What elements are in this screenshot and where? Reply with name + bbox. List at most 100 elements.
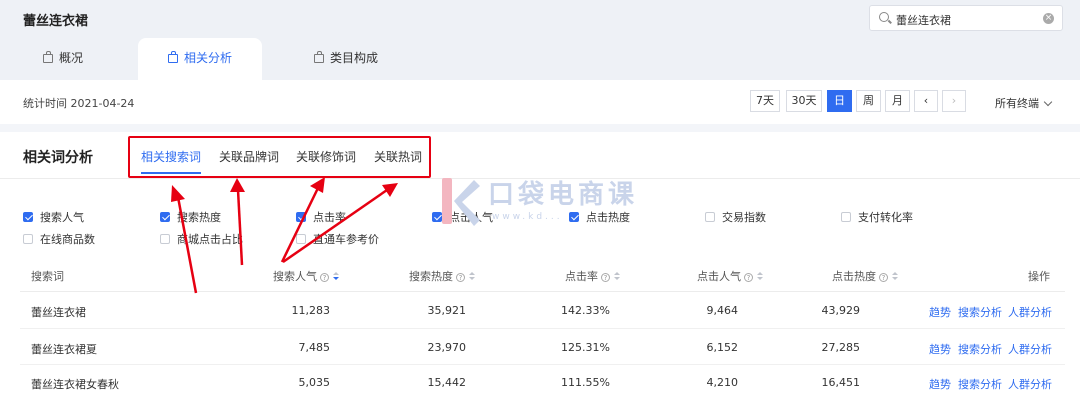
metric-checkbox[interactable]: 点击人气: [432, 209, 493, 225]
metric-label: 点击热度: [586, 211, 630, 224]
cell-search-heat: 23,970: [427, 341, 467, 354]
cell-click-pop: 4,210: [706, 376, 739, 389]
help-icon[interactable]: ?: [320, 273, 329, 282]
metric-label: 直通车参考价: [313, 233, 379, 246]
checkbox-icon: [23, 212, 33, 222]
crowd-analysis-link[interactable]: 人群分析: [1008, 341, 1052, 357]
metric-checkbox[interactable]: 点击率: [296, 209, 346, 225]
bag-icon: [168, 51, 178, 63]
cell-click-heat: 27,285: [821, 341, 861, 354]
cell-search-pop: 7,485: [298, 341, 331, 354]
range-week-button[interactable]: 周: [856, 90, 881, 112]
checkbox-icon: [23, 234, 33, 244]
clear-icon[interactable]: ×: [1043, 13, 1054, 24]
chevron-down-icon: [1043, 97, 1053, 107]
help-icon[interactable]: ?: [879, 273, 888, 282]
col-header-ctr[interactable]: 点击率?: [565, 268, 620, 284]
metric-checkbox[interactable]: 商城点击占比: [160, 231, 243, 247]
divider: [20, 364, 1065, 365]
checkbox-icon: [296, 234, 306, 244]
checkbox-icon: [569, 212, 579, 222]
annotation-box: [128, 136, 431, 178]
divider: [20, 291, 1065, 292]
tab-related-analysis-label: 相关分析: [184, 51, 233, 65]
checkbox-icon: [296, 212, 306, 222]
tab-overview[interactable]: 概况: [43, 38, 83, 80]
terminal-select[interactable]: 所有终端: [995, 95, 1053, 111]
next-date-button[interactable]: ›: [942, 90, 966, 112]
metric-checkbox[interactable]: 交易指数: [705, 209, 766, 225]
help-icon[interactable]: ?: [456, 273, 465, 282]
section-title: 相关词分析: [23, 150, 93, 166]
metric-label: 搜索人气: [40, 211, 84, 224]
cell-click-heat: 43,929: [821, 304, 861, 317]
search-icon: [879, 12, 889, 22]
crowd-analysis-link[interactable]: 人群分析: [1008, 304, 1052, 320]
date-toolbar: 统计时间 2021-04-24 7天 30天 日 周 月 ‹ › 所有终端: [0, 80, 1080, 124]
cell-click-heat: 16,451: [821, 376, 861, 389]
trend-link[interactable]: 趋势: [929, 376, 951, 392]
metric-checkbox[interactable]: 点击热度: [569, 209, 630, 225]
search-analysis-link[interactable]: 搜索分析: [958, 304, 1002, 320]
sort-icon[interactable]: [469, 272, 475, 281]
cell-search-heat: 35,921: [427, 304, 467, 317]
tab-related-analysis[interactable]: 相关分析: [138, 38, 263, 80]
metric-checkbox[interactable]: 搜索人气: [23, 209, 84, 225]
terminal-select-label: 所有终端: [995, 97, 1039, 110]
metric-label: 点击率: [313, 211, 346, 224]
col-header-search-pop[interactable]: 搜索人气?: [273, 268, 339, 284]
cell-ctr: 125.31%: [561, 341, 610, 354]
metric-label: 交易指数: [722, 211, 766, 224]
header-band: 蕾丝连衣裙 蕾丝连衣裙 × 概况 相关分析 类目构成: [0, 0, 1080, 80]
cell-search-pop: 5,035: [298, 376, 331, 389]
trend-link[interactable]: 趋势: [929, 341, 951, 357]
help-icon[interactable]: ?: [744, 273, 753, 282]
metric-checkbox[interactable]: 在线商品数: [23, 231, 95, 247]
col-header-actions: 操作: [1028, 270, 1050, 283]
sort-icon[interactable]: [614, 272, 620, 281]
col-header-label: 点击热度: [832, 270, 876, 283]
cell-search-pop: 11,283: [291, 304, 331, 317]
tab-category-label: 类目构成: [330, 51, 379, 65]
checkbox-icon: [705, 212, 715, 222]
sort-icon[interactable]: [757, 272, 763, 281]
trend-link[interactable]: 趋势: [929, 304, 951, 320]
checkbox-icon: [432, 212, 442, 222]
cell-click-pop: 9,464: [706, 304, 739, 317]
range-30d-button[interactable]: 30天: [786, 90, 822, 112]
metric-label: 在线商品数: [40, 233, 95, 246]
sort-icon[interactable]: [892, 272, 898, 281]
cell-keyword: 蕾丝连衣裙: [31, 306, 86, 319]
metric-checkbox[interactable]: 搜索热度: [160, 209, 221, 225]
metric-label: 支付转化率: [858, 211, 913, 224]
prev-date-button[interactable]: ‹: [914, 90, 938, 112]
search-input[interactable]: 蕾丝连衣裙 ×: [869, 5, 1063, 31]
metric-checkbox[interactable]: 直通车参考价: [296, 231, 379, 247]
col-header-label: 搜索热度: [409, 270, 453, 283]
search-analysis-link[interactable]: 搜索分析: [958, 341, 1002, 357]
col-header-label: 点击人气: [697, 270, 741, 283]
col-header-click-pop[interactable]: 点击人气?: [697, 268, 763, 284]
range-7d-button[interactable]: 7天: [750, 90, 780, 112]
help-icon[interactable]: ?: [601, 273, 610, 282]
range-day-button[interactable]: 日: [827, 90, 852, 112]
col-header-click-heat[interactable]: 点击热度?: [832, 268, 898, 284]
cell-keyword: 蕾丝连衣裙女春秋: [31, 378, 119, 391]
search-input-value: 蕾丝连衣裙: [896, 14, 951, 27]
metric-checkbox[interactable]: 支付转化率: [841, 209, 913, 225]
metric-label: 点击人气: [449, 211, 493, 224]
checkbox-icon: [160, 234, 170, 244]
related-words-panel: 相关词分析 相关搜索词 关联品牌词 关联修饰词 关联热词 搜索人气 搜索热度 点…: [0, 132, 1080, 403]
cell-ctr: 111.55%: [561, 376, 610, 389]
stat-time: 统计时间 2021-04-24: [23, 97, 135, 110]
search-analysis-link[interactable]: 搜索分析: [958, 376, 1002, 392]
range-month-button[interactable]: 月: [885, 90, 910, 112]
sort-icon[interactable]: [333, 272, 339, 281]
col-header-search-heat[interactable]: 搜索热度?: [409, 268, 475, 284]
tab-category[interactable]: 类目构成: [314, 38, 378, 80]
divider: [20, 328, 1065, 329]
metric-label: 搜索热度: [177, 211, 221, 224]
col-header-keyword: 搜索词: [31, 270, 64, 283]
crowd-analysis-link[interactable]: 人群分析: [1008, 376, 1052, 392]
checkbox-icon: [160, 212, 170, 222]
